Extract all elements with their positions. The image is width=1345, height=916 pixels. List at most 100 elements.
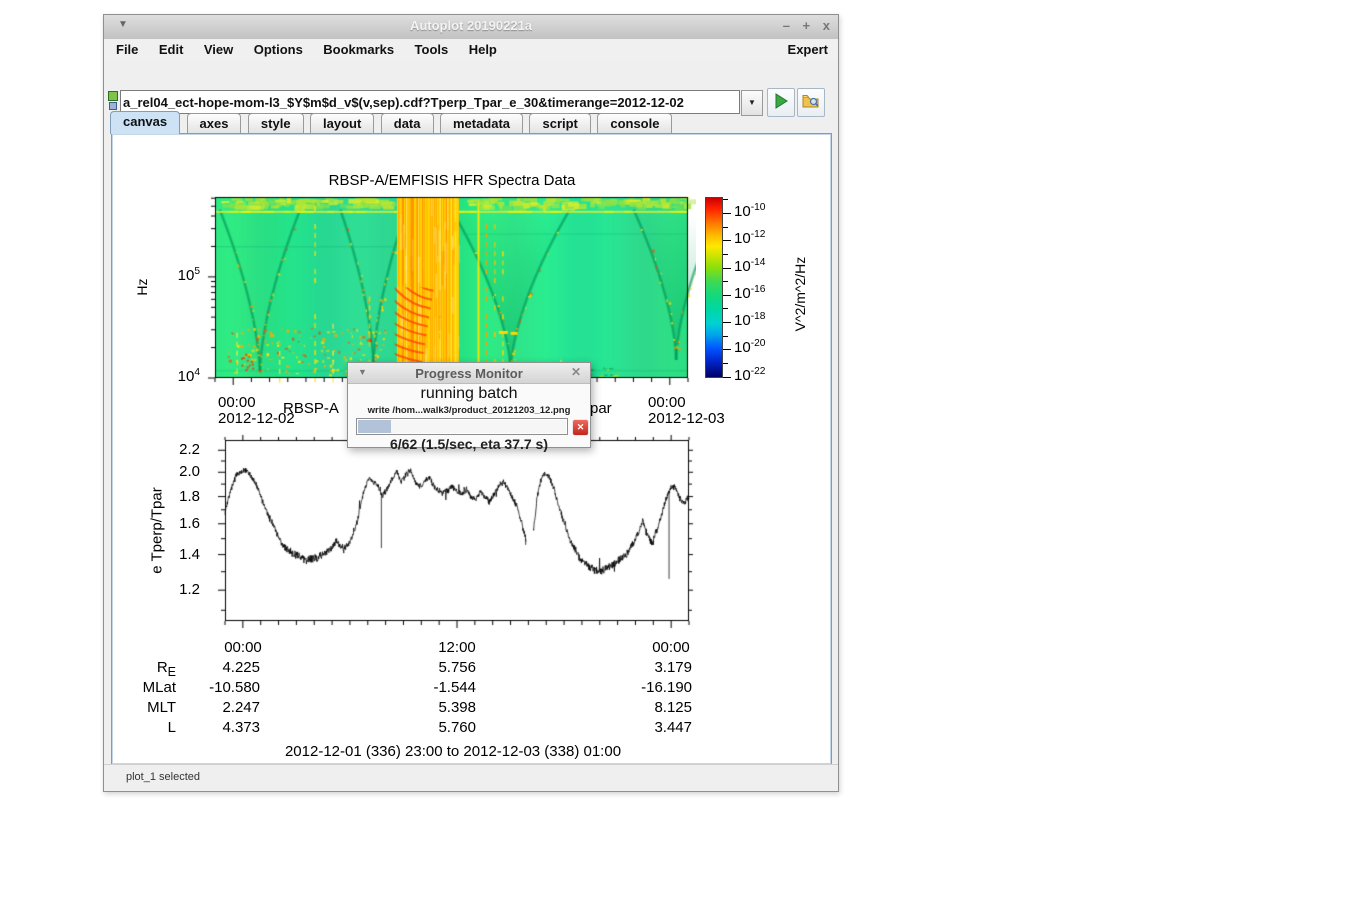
menu-tools[interactable]: Tools	[407, 39, 457, 57]
colorbar-tick-label: 10-22	[734, 366, 765, 384]
menu-bar: File Edit View Options Bookmarks Tools H…	[104, 39, 838, 62]
tab-data[interactable]: data	[381, 113, 434, 134]
ephem-cell: -16.190	[602, 679, 692, 696]
plot2-title-fragment-right: par	[590, 400, 612, 417]
colorbar-minor-tick	[723, 254, 728, 255]
cancel-button[interactable]: ✕	[572, 419, 589, 436]
tab-bar: canvas axes style layout data metadata s…	[104, 111, 838, 133]
ephem-cell: 4.225	[170, 659, 260, 676]
plot1-y-tick: 105	[158, 266, 200, 284]
ephem-cell: 4.373	[170, 719, 260, 736]
plot2-y-tick: 1.4	[158, 546, 200, 563]
plot1-xtick-left-time: 00:00	[218, 394, 256, 411]
dialog-close-icon[interactable]: ✕	[571, 365, 581, 379]
plot1-xtick-right-date: 2012-12-03	[648, 410, 725, 427]
colorbar-minor-tick	[723, 308, 728, 309]
dialog-detail-label: write /hom...walk3/product_20121203_12.p…	[348, 405, 590, 416]
plot2-y-tick: 1.6	[158, 515, 200, 532]
spectrogram-plot[interactable]	[204, 196, 696, 388]
screen: ▼ Autoplot 20190221a – + x File Edit Vie…	[0, 0, 1345, 916]
plot2-xtick-0: 00:00	[219, 639, 267, 656]
plot2-y-tick: 1.8	[158, 488, 200, 505]
plot1-y-tick: 104	[158, 367, 200, 385]
menu-view[interactable]: View	[196, 39, 241, 57]
chevron-down-icon: ▼	[748, 98, 756, 107]
dialog-task-label: running batch	[348, 385, 590, 403]
colorbar-major-tick	[723, 213, 731, 214]
layer-icon[interactable]	[109, 102, 117, 110]
cancel-x-icon: ✕	[577, 422, 585, 432]
ephem-cell: -1.544	[386, 679, 476, 696]
colorbar-major-tick	[723, 349, 731, 350]
colorbar-major-tick	[723, 322, 731, 323]
progress-bar	[356, 418, 568, 435]
ephem-cell: 5.398	[386, 699, 476, 716]
colorbar-minor-tick	[723, 199, 728, 200]
colorbar-major-tick	[723, 295, 731, 296]
tab-style[interactable]: style	[248, 113, 304, 134]
expert-label[interactable]: Expert	[788, 42, 828, 57]
window-titlebar[interactable]: ▼ Autoplot 20190221a – + x	[104, 15, 838, 40]
colorbar-tick-label: 10-10	[734, 202, 765, 220]
colorbar-major-tick	[723, 268, 731, 269]
ephem-cell: 5.756	[386, 659, 476, 676]
dialog-status-label: 6/62 (1.5/sec, eta 37.7 s)	[348, 436, 590, 452]
ephem-row-label: L	[96, 719, 176, 736]
menu-options[interactable]: Options	[246, 39, 311, 57]
colorbar-minor-tick	[723, 227, 728, 228]
tab-script[interactable]: script	[529, 113, 590, 134]
dialog-title: Progress Monitor	[348, 366, 590, 381]
ephem-cell: 5.760	[386, 719, 476, 736]
tab-metadata[interactable]: metadata	[440, 113, 523, 134]
plot1-y-axis-label: Hz	[134, 267, 150, 307]
ephem-cell: 8.125	[602, 699, 692, 716]
tab-canvas[interactable]: canvas	[110, 111, 180, 134]
colorbar-minor-tick	[723, 281, 728, 282]
plot2-xtick-2: 00:00	[647, 639, 695, 656]
menu-file[interactable]: File	[108, 39, 146, 57]
tab-axes[interactable]: axes	[187, 113, 242, 134]
plot2-y-tick: 2.2	[158, 441, 200, 458]
colorbar-minor-tick	[723, 336, 728, 337]
timeseries-plot[interactable]	[214, 434, 706, 630]
ephem-row-label: MLat	[96, 679, 176, 696]
folder-search-icon	[802, 93, 820, 109]
window-title: Autoplot 20190221a	[104, 18, 838, 33]
colorbar[interactable]	[705, 197, 723, 378]
ephem-cell: 3.447	[602, 719, 692, 736]
tab-layout[interactable]: layout	[310, 113, 374, 134]
ephem-cell: 2.247	[170, 699, 260, 716]
close-button[interactable]: x	[823, 18, 830, 33]
menu-bookmarks[interactable]: Bookmarks	[315, 39, 402, 57]
minimize-button[interactable]: –	[783, 18, 790, 33]
plot2-xtick-1: 12:00	[433, 639, 481, 656]
menu-edit[interactable]: Edit	[151, 39, 192, 57]
ephem-cell: -10.580	[170, 679, 260, 696]
plot2-title-fragment-left: RBSP-A	[283, 400, 347, 417]
time-range-label: 2012-12-01 (336) 23:00 to 2012-12-03 (33…	[203, 743, 703, 760]
ephem-row-label: RE	[96, 659, 176, 679]
play-icon	[774, 93, 788, 109]
ephem-cell: 3.179	[602, 659, 692, 676]
progress-bar-fill	[358, 420, 391, 433]
colorbar-major-tick	[723, 240, 731, 241]
ephem-row-label: MLT	[96, 699, 176, 716]
colorbar-tick-label: 10-14	[734, 257, 765, 275]
tab-console[interactable]: console	[597, 113, 672, 134]
colorbar-major-tick	[723, 377, 731, 378]
data-source-icon[interactable]	[108, 91, 118, 101]
plot1-xtick-right-time: 00:00	[648, 394, 686, 411]
plot2-y-tick: 1.2	[158, 581, 200, 598]
status-bar: plot_1 selected	[104, 764, 838, 791]
plot2-y-tick: 2.0	[158, 463, 200, 480]
dialog-titlebar[interactable]: ▼ Progress Monitor ✕	[348, 363, 590, 384]
colorbar-tick-label: 10-18	[734, 311, 765, 329]
maximize-button[interactable]: +	[803, 18, 811, 33]
progress-monitor-dialog[interactable]: ▼ Progress Monitor ✕ running batch write…	[347, 362, 591, 448]
menu-help[interactable]: Help	[461, 39, 505, 57]
colorbar-axis-label: V^2/m^2/Hz	[792, 234, 808, 354]
colorbar-minor-tick	[723, 363, 728, 364]
colorbar-tick-label: 10-16	[734, 284, 765, 302]
colorbar-tick-label: 10-20	[734, 338, 765, 356]
status-message: plot_1 selected	[126, 771, 200, 783]
